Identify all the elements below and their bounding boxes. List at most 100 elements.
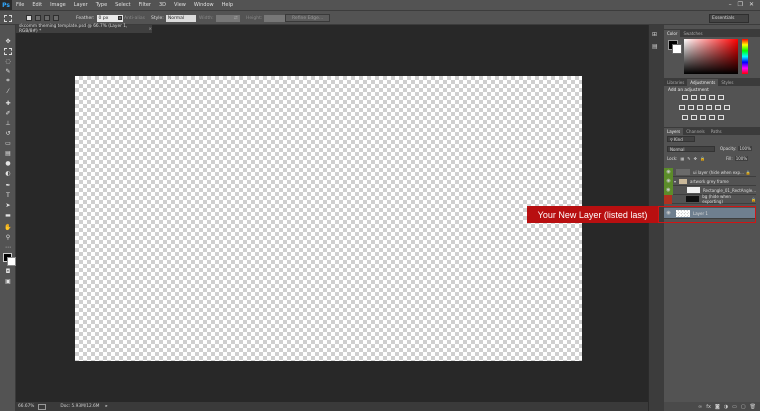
marquee-tool-icon[interactable] bbox=[4, 47, 12, 55]
lock-transparency-icon[interactable]: ▦ bbox=[680, 156, 684, 161]
brightness-contrast-icon[interactable] bbox=[682, 95, 688, 100]
clone-stamp-tool-icon[interactable]: ⊥ bbox=[4, 119, 12, 127]
zoom-level[interactable]: 66.67% bbox=[18, 404, 34, 409]
filter-kind-select[interactable]: ⚲ Kind bbox=[667, 136, 695, 142]
color-picker-field[interactable] bbox=[684, 39, 738, 74]
menu-layer[interactable]: Layer bbox=[70, 2, 92, 8]
workspace-switcher[interactable]: Essentials bbox=[709, 13, 749, 23]
vibrance-icon[interactable] bbox=[718, 95, 724, 100]
menu-window[interactable]: Window bbox=[190, 2, 218, 8]
style-select[interactable]: Normal bbox=[165, 14, 196, 22]
black-white-icon[interactable] bbox=[697, 105, 703, 110]
layer-row[interactable]: bg (hide when exporting) 🔒 bbox=[664, 194, 756, 204]
menu-select[interactable]: Select bbox=[111, 2, 134, 8]
edit-toolbar-icon[interactable]: ⋯ bbox=[4, 243, 12, 251]
visibility-eye-icon[interactable]: ◉ bbox=[664, 185, 673, 195]
swap-icon[interactable]: ⇄ bbox=[234, 14, 238, 22]
background-color-swatch[interactable] bbox=[7, 257, 16, 266]
levels-icon[interactable] bbox=[691, 95, 697, 100]
tab-color[interactable]: Color bbox=[664, 30, 681, 37]
new-layer-icon[interactable]: ▢ bbox=[741, 404, 746, 410]
adjustment-layer-icon[interactable]: ◑ bbox=[724, 404, 728, 410]
visibility-eye-icon[interactable]: ◉ bbox=[664, 176, 673, 186]
menu-image[interactable]: Image bbox=[46, 2, 70, 8]
gradient-tool-icon[interactable]: ▤ bbox=[4, 149, 12, 157]
curves-icon[interactable] bbox=[700, 95, 706, 100]
layer-style-icon[interactable]: fx bbox=[706, 404, 711, 410]
tab-layers[interactable]: Layers bbox=[664, 128, 684, 135]
menu-view[interactable]: View bbox=[170, 2, 190, 8]
rectangle-tool-icon[interactable]: ▬ bbox=[4, 211, 12, 219]
quick-selection-tool-icon[interactable]: ✎ bbox=[4, 67, 12, 75]
visibility-eye-icon[interactable] bbox=[664, 194, 673, 204]
lock-position-icon[interactable]: ✥ bbox=[694, 156, 697, 161]
screen-mode-icon[interactable]: ▣ bbox=[4, 277, 12, 285]
blend-mode-select[interactable]: Normal bbox=[667, 146, 715, 152]
new-group-icon[interactable]: ▭ bbox=[732, 404, 737, 410]
expand-arrow-icon[interactable]: ▾ bbox=[674, 179, 676, 184]
properties-panel-icon[interactable]: ▤ bbox=[652, 43, 658, 50]
eraser-tool-icon[interactable]: ▭ bbox=[4, 139, 12, 147]
canvas-transparent-layer[interactable] bbox=[75, 76, 582, 361]
channel-mixer-icon[interactable] bbox=[715, 105, 721, 110]
selective-color-icon[interactable] bbox=[718, 115, 724, 120]
gradient-map-icon[interactable] bbox=[709, 115, 715, 120]
tab-swatches[interactable]: Swatches bbox=[680, 30, 705, 37]
add-mask-icon[interactable]: ◙ bbox=[715, 404, 720, 410]
tab-channels[interactable]: Channels bbox=[683, 128, 708, 135]
restore-icon[interactable]: ❐ bbox=[738, 1, 743, 8]
color-lookup-icon[interactable] bbox=[724, 105, 730, 110]
history-panel-icon[interactable]: ⊞ bbox=[652, 31, 657, 38]
minimize-icon[interactable]: – bbox=[729, 1, 732, 8]
type-tool-icon[interactable]: T bbox=[4, 191, 12, 199]
visibility-eye-icon[interactable]: ◉ bbox=[664, 167, 673, 177]
pen-tool-icon[interactable]: ✒ bbox=[4, 181, 12, 189]
posterize-icon[interactable] bbox=[691, 115, 697, 120]
export-icon[interactable] bbox=[38, 403, 47, 410]
menu-file[interactable]: File bbox=[12, 2, 28, 8]
color-balance-icon[interactable] bbox=[688, 105, 694, 110]
background-color-swatch[interactable] bbox=[672, 44, 682, 54]
delete-layer-icon[interactable]: 🗑 bbox=[750, 404, 756, 410]
menu-help[interactable]: Help bbox=[218, 2, 237, 8]
menu-type[interactable]: Type bbox=[92, 2, 111, 8]
blur-tool-icon[interactable]: ● bbox=[4, 159, 12, 167]
layer-group-row[interactable]: ◉ ▾ artwork grey frame bbox=[664, 176, 756, 186]
tab-libraries[interactable]: Libraries bbox=[664, 79, 687, 86]
dodge-tool-icon[interactable]: ◐ bbox=[4, 169, 12, 177]
antialias-checkbox[interactable] bbox=[118, 16, 122, 20]
tab-adjustments[interactable]: Adjustments bbox=[687, 79, 719, 86]
quick-mask-icon[interactable]: ◘ bbox=[4, 267, 12, 275]
fill-input[interactable]: 100% bbox=[734, 156, 749, 161]
photo-filter-icon[interactable] bbox=[706, 105, 712, 110]
healing-brush-tool-icon[interactable]: ✚ bbox=[4, 99, 12, 107]
status-menu-arrow-icon[interactable]: ▸ bbox=[106, 404, 108, 409]
brush-tool-icon[interactable]: ✐ bbox=[4, 109, 12, 117]
menu-filter[interactable]: Filter bbox=[135, 2, 155, 8]
invert-icon[interactable] bbox=[682, 115, 688, 120]
refine-edge-button[interactable]: Refine Edge... bbox=[285, 14, 331, 22]
intersect-selection-icon[interactable] bbox=[53, 15, 59, 21]
hand-tool-icon[interactable]: ✋ bbox=[4, 223, 12, 231]
opacity-input[interactable]: 100% bbox=[738, 146, 752, 151]
new-selection-icon[interactable] bbox=[26, 15, 32, 21]
hue-saturation-icon[interactable] bbox=[679, 105, 685, 110]
lasso-tool-icon[interactable]: ◌ bbox=[4, 57, 12, 65]
layer-row[interactable]: ◉ ui layer (hide when exp... 🔒 bbox=[664, 167, 756, 177]
history-brush-tool-icon[interactable]: ↺ bbox=[4, 129, 12, 137]
lock-pixels-icon[interactable]: ✎ bbox=[687, 156, 690, 161]
link-layers-icon[interactable]: ∞ bbox=[698, 404, 702, 410]
threshold-icon[interactable] bbox=[700, 115, 706, 120]
path-selection-tool-icon[interactable]: ➤ bbox=[4, 201, 12, 209]
crop-tool-icon[interactable]: ⌗ bbox=[4, 77, 12, 85]
move-tool-icon[interactable]: ✥ bbox=[4, 37, 12, 45]
marquee-tool-icon[interactable] bbox=[4, 14, 12, 22]
subtract-selection-icon[interactable] bbox=[44, 15, 50, 21]
close-icon[interactable]: ✕ bbox=[749, 1, 754, 8]
menu-3d[interactable]: 3D bbox=[155, 2, 170, 8]
menu-edit[interactable]: Edit bbox=[28, 2, 46, 8]
lock-all-icon[interactable]: 🔒 bbox=[700, 156, 705, 161]
zoom-tool-icon[interactable]: ⚲ bbox=[4, 233, 12, 241]
close-document-icon[interactable]: × bbox=[148, 27, 152, 32]
hue-slider[interactable] bbox=[742, 39, 748, 74]
